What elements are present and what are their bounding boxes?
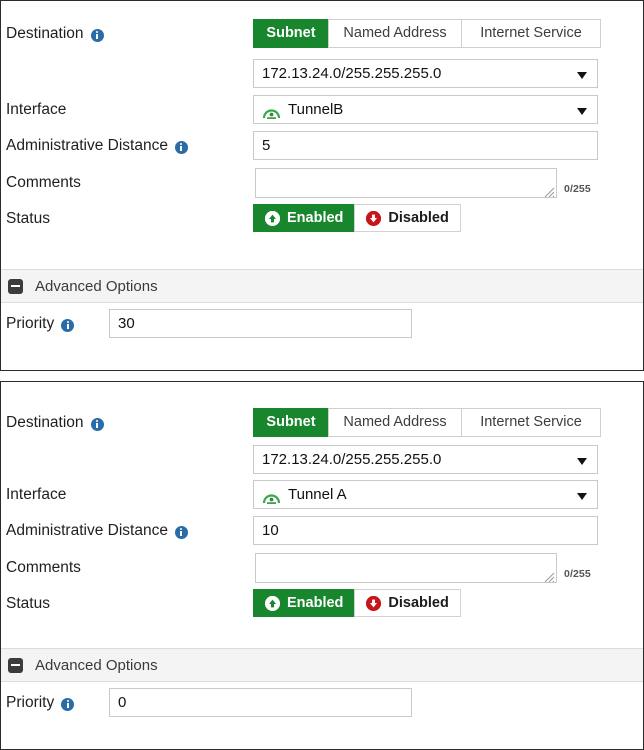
- interface-select-value: Tunnel A: [288, 486, 347, 503]
- chevron-down-icon: [577, 72, 587, 79]
- minus-square-icon[interactable]: [8, 657, 23, 673]
- interface-label: Interface: [6, 101, 67, 119]
- tab-subnet[interactable]: Subnet: [253, 408, 329, 437]
- comments-label-group: Comments: [6, 553, 81, 583]
- priority-label-group: Priority: [6, 688, 75, 718]
- arrow-up-circle-icon: [265, 210, 280, 226]
- priority-label-group: Priority: [6, 309, 75, 339]
- interface-select[interactable]: Tunnel A: [253, 480, 598, 509]
- tab-named-address[interactable]: Named Address: [328, 408, 462, 437]
- comments-textarea[interactable]: [255, 553, 557, 583]
- tab-subnet[interactable]: Subnet: [253, 19, 329, 48]
- arrow-down-circle-icon: [366, 210, 382, 226]
- administrative-distance-label: Administrative Distance: [6, 137, 168, 155]
- static-route-panel-2: Destination Subnet Named Address Interne…: [0, 381, 644, 750]
- info-icon[interactable]: [174, 140, 188, 154]
- info-icon[interactable]: [90, 417, 104, 431]
- advanced-options-title: Advanced Options: [35, 656, 158, 674]
- interface-select[interactable]: TunnelB: [253, 95, 598, 124]
- priority-label: Priority: [6, 315, 55, 333]
- status-toggle-group: Enabled Disabled: [253, 204, 461, 232]
- status-row: Status Enabled Disabled: [1, 204, 643, 234]
- tab-internet-service[interactable]: Internet Service: [461, 408, 601, 437]
- status-enabled-button[interactable]: Enabled: [253, 589, 356, 617]
- status-enabled-label: Enabled: [287, 210, 344, 226]
- tab-named-address[interactable]: Named Address: [328, 19, 462, 48]
- priority-input[interactable]: 30: [109, 309, 412, 338]
- administrative-distance-label-group: Administrative Distance: [6, 516, 188, 546]
- advanced-options-title: Advanced Options: [35, 277, 158, 295]
- status-disabled-label: Disabled: [388, 595, 449, 611]
- subnet-select-value: 172.13.24.0/255.255.255.0: [262, 65, 442, 82]
- destination-type-tabs: Subnet Named Address Internet Service: [253, 408, 601, 437]
- info-icon[interactable]: [61, 697, 75, 711]
- comments-textarea[interactable]: [255, 168, 557, 198]
- status-toggle-group: Enabled Disabled: [253, 589, 461, 617]
- tunnel-interface-icon: [262, 487, 281, 504]
- advanced-options-header[interactable]: Advanced Options: [1, 648, 643, 682]
- comments-char-counter: 0/255: [564, 183, 591, 195]
- chevron-down-icon: [577, 108, 587, 115]
- administrative-distance-label-group: Administrative Distance: [6, 131, 188, 161]
- info-icon[interactable]: [174, 525, 188, 539]
- administrative-distance-input[interactable]: 5: [253, 131, 598, 160]
- tunnel-interface-icon: [262, 102, 281, 119]
- subnet-select[interactable]: 172.13.24.0/255.255.255.0: [253, 59, 598, 88]
- comments-label: Comments: [6, 559, 81, 577]
- priority-input[interactable]: 0: [109, 688, 412, 717]
- administrative-distance-input[interactable]: 10: [253, 516, 598, 545]
- destination-row: Destination Subnet Named Address Interne…: [1, 408, 643, 438]
- static-route-forms-screen: Destination Subnet Named Address Interne…: [0, 0, 644, 750]
- subnet-select[interactable]: 172.13.24.0/255.255.255.0: [253, 445, 598, 474]
- chevron-down-icon: [577, 493, 587, 500]
- info-icon[interactable]: [61, 318, 75, 332]
- arrow-down-circle-icon: [366, 595, 382, 611]
- status-disabled-label: Disabled: [388, 210, 449, 226]
- destination-label: Destination: [6, 414, 84, 432]
- comments-char-counter: 0/255: [564, 568, 591, 580]
- resize-grip-icon: [544, 185, 555, 198]
- subnet-select-value: 172.13.24.0/255.255.255.0: [262, 451, 442, 468]
- status-label: Status: [6, 210, 50, 228]
- interface-label: Interface: [6, 486, 67, 504]
- tab-internet-service[interactable]: Internet Service: [461, 19, 601, 48]
- destination-label: Destination: [6, 25, 84, 43]
- status-disabled-button[interactable]: Disabled: [354, 589, 461, 617]
- status-enabled-button[interactable]: Enabled: [253, 204, 356, 232]
- administrative-distance-label: Administrative Distance: [6, 522, 168, 540]
- status-label: Status: [6, 595, 50, 613]
- advanced-options-header[interactable]: Advanced Options: [1, 269, 643, 303]
- status-row: Status Enabled Disabled: [1, 589, 643, 619]
- status-enabled-label: Enabled: [287, 595, 344, 611]
- destination-row: Destination Subnet Named Address Interne…: [1, 19, 643, 49]
- info-icon[interactable]: [90, 28, 104, 42]
- status-label-group: Status: [6, 204, 50, 234]
- interface-label-group: Interface: [6, 95, 66, 125]
- destination-type-tabs: Subnet Named Address Internet Service: [253, 19, 601, 48]
- static-route-panel-1: Destination Subnet Named Address Interne…: [0, 0, 644, 371]
- interface-label-group: Interface: [6, 480, 66, 510]
- interface-select-value: TunnelB: [288, 101, 344, 118]
- chevron-down-icon: [577, 458, 587, 465]
- destination-label-group: Destination: [6, 19, 104, 49]
- priority-label: Priority: [6, 694, 55, 712]
- minus-square-icon[interactable]: [8, 278, 23, 294]
- arrow-up-circle-icon: [265, 595, 280, 611]
- resize-grip-icon: [544, 570, 555, 583]
- status-disabled-button[interactable]: Disabled: [354, 204, 461, 232]
- destination-label-group: Destination: [6, 408, 104, 438]
- status-label-group: Status: [6, 589, 50, 619]
- comments-label-group: Comments: [6, 168, 81, 198]
- comments-label: Comments: [6, 174, 81, 192]
